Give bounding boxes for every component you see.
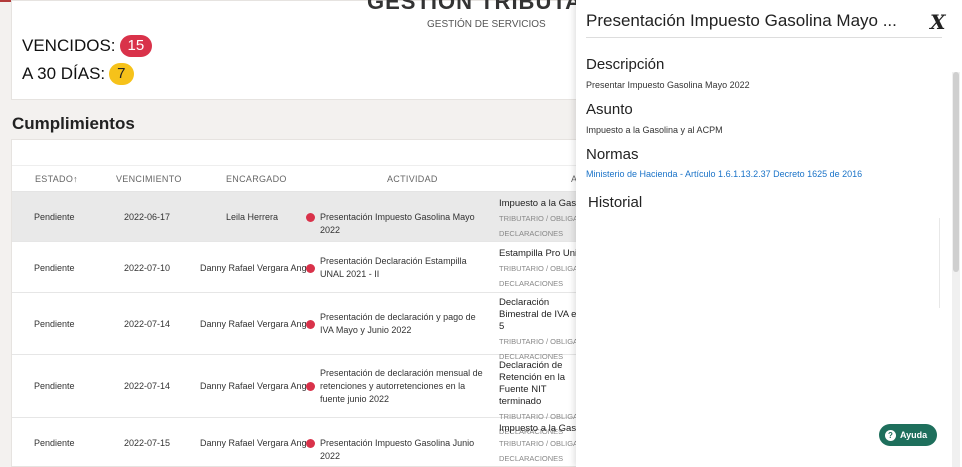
status-dot-icon [306,213,315,222]
descripcion-heading: Descripción [586,56,665,73]
encargado-cell: Danny Rafael Vergara Angulo [200,438,310,448]
encargado-cell: Danny Rafael Vergara Angulo [200,381,310,391]
help-button-label: Ayuda [900,430,928,440]
vencidos-count-badge[interactable]: 15 [119,35,153,57]
table-row[interactable]: Pendiente 2022-07-15 Danny Rafael Vergar… [12,418,590,466]
table-row[interactable]: Pendiente 2022-06-17 Leila Herrera Prese… [12,192,590,242]
asunto-text: Impuesto a la Gasolina y al ACPM [586,125,723,135]
vencimiento-cell: 2022-07-14 [124,319,171,329]
estado-cell: Pendiente [34,381,75,391]
asunto-title: Declaración Bimestral de IVA en 5 [499,297,582,332]
table-header: ESTADO↑ VENCIMIENTO ENCARGADO ACTIVIDAD … [12,166,590,192]
actividad-cell: Presentación Impuesto Gasolina Mayo 2022 [320,212,475,235]
table-toolbar [12,140,590,166]
vencimiento-cell: 2022-07-10 [124,263,171,273]
app-subtitle: GESTIÓN DE SERVICIOS [427,19,546,30]
vencidos-stat: VENCIDOS: 15 [22,35,153,57]
estado-cell: Pendiente [34,212,75,222]
actividad-cell: Presentación de declaración y pago de IV… [320,312,476,335]
vencidos-label: VENCIDOS: [22,36,116,55]
panel-title: Presentación Impuesto Gasolina Mayo ... [586,11,897,30]
help-button[interactable]: ? Ayuda [879,424,938,446]
estado-cell: Pendiente [34,263,75,273]
normas-heading: Normas [586,146,639,163]
table-row[interactable]: Pendiente 2022-07-10 Danny Rafael Vergar… [12,242,590,293]
panel-divider [586,37,942,38]
status-dot-icon [306,382,315,391]
column-header-estado[interactable]: ESTADO↑ [35,174,78,184]
actividad-cell: Presentación Impuesto Gasolina Junio 202… [320,438,475,461]
column-header-encargado[interactable]: ENCARGADO [226,174,287,184]
vencimiento-cell: 2022-07-15 [124,438,171,448]
status-dot-icon [306,320,315,329]
vencimiento-cell: 2022-06-17 [124,212,171,222]
asunto-heading: Asunto [586,101,633,118]
encargado-cell: Leila Herrera [225,212,279,222]
actividad-cell: Presentación de declaración mensual de r… [320,368,483,404]
status-dot-icon [306,439,315,448]
estado-cell: Pendiente [34,319,75,329]
normas-link[interactable]: Ministerio de Hacienda - Artículo 1.6.1.… [586,169,862,179]
summary-card: GESTIÓN TRIBUTARIA GESTIÓN DE SERVICIOS … [11,0,622,100]
a30-label: A 30 DÍAS: [22,64,106,83]
vencimiento-cell: 2022-07-14 [124,381,171,391]
close-icon[interactable]: X [930,10,946,34]
panel-scrollbar[interactable] [952,72,960,467]
encargado-cell: Danny Rafael Vergara Angulo [200,319,310,329]
question-icon: ? [885,429,896,441]
a30-count-badge[interactable]: 7 [109,63,134,85]
status-dot-icon [306,264,315,273]
estado-cell: Pendiente [34,438,75,448]
table-row[interactable]: Pendiente 2022-07-14 Danny Rafael Vergar… [12,355,590,436]
table-row[interactable]: Pendiente 2022-07-14 Danny Rafael Vergar… [12,293,590,361]
column-header-actividad[interactable]: ACTIVIDAD [387,174,438,184]
detail-panel: Presentación Impuesto Gasolina Mayo ... … [576,0,962,467]
a30-stat: A 30 DÍAS: 7 [22,63,134,85]
descripcion-text: Presentar Impuesto Gasolina Mayo 2022 [586,80,750,90]
encargado-cell: Danny Rafael Vergara Angulo [200,263,310,273]
asunto-title: Declaración de Retención en la Fuente NI… [499,360,566,407]
cumplimientos-table: ESTADO↑ VENCIMIENTO ENCARGADO ACTIVIDAD … [11,139,591,467]
scrollbar-thumb[interactable] [953,72,959,272]
actividad-cell: Presentación Declaración Estampilla UNAL… [320,256,467,279]
historial-heading: Historial [588,194,643,211]
historial-divider [939,218,940,308]
column-header-vencimiento[interactable]: VENCIMIENTO [116,174,182,184]
section-title: Cumplimientos [12,114,135,133]
